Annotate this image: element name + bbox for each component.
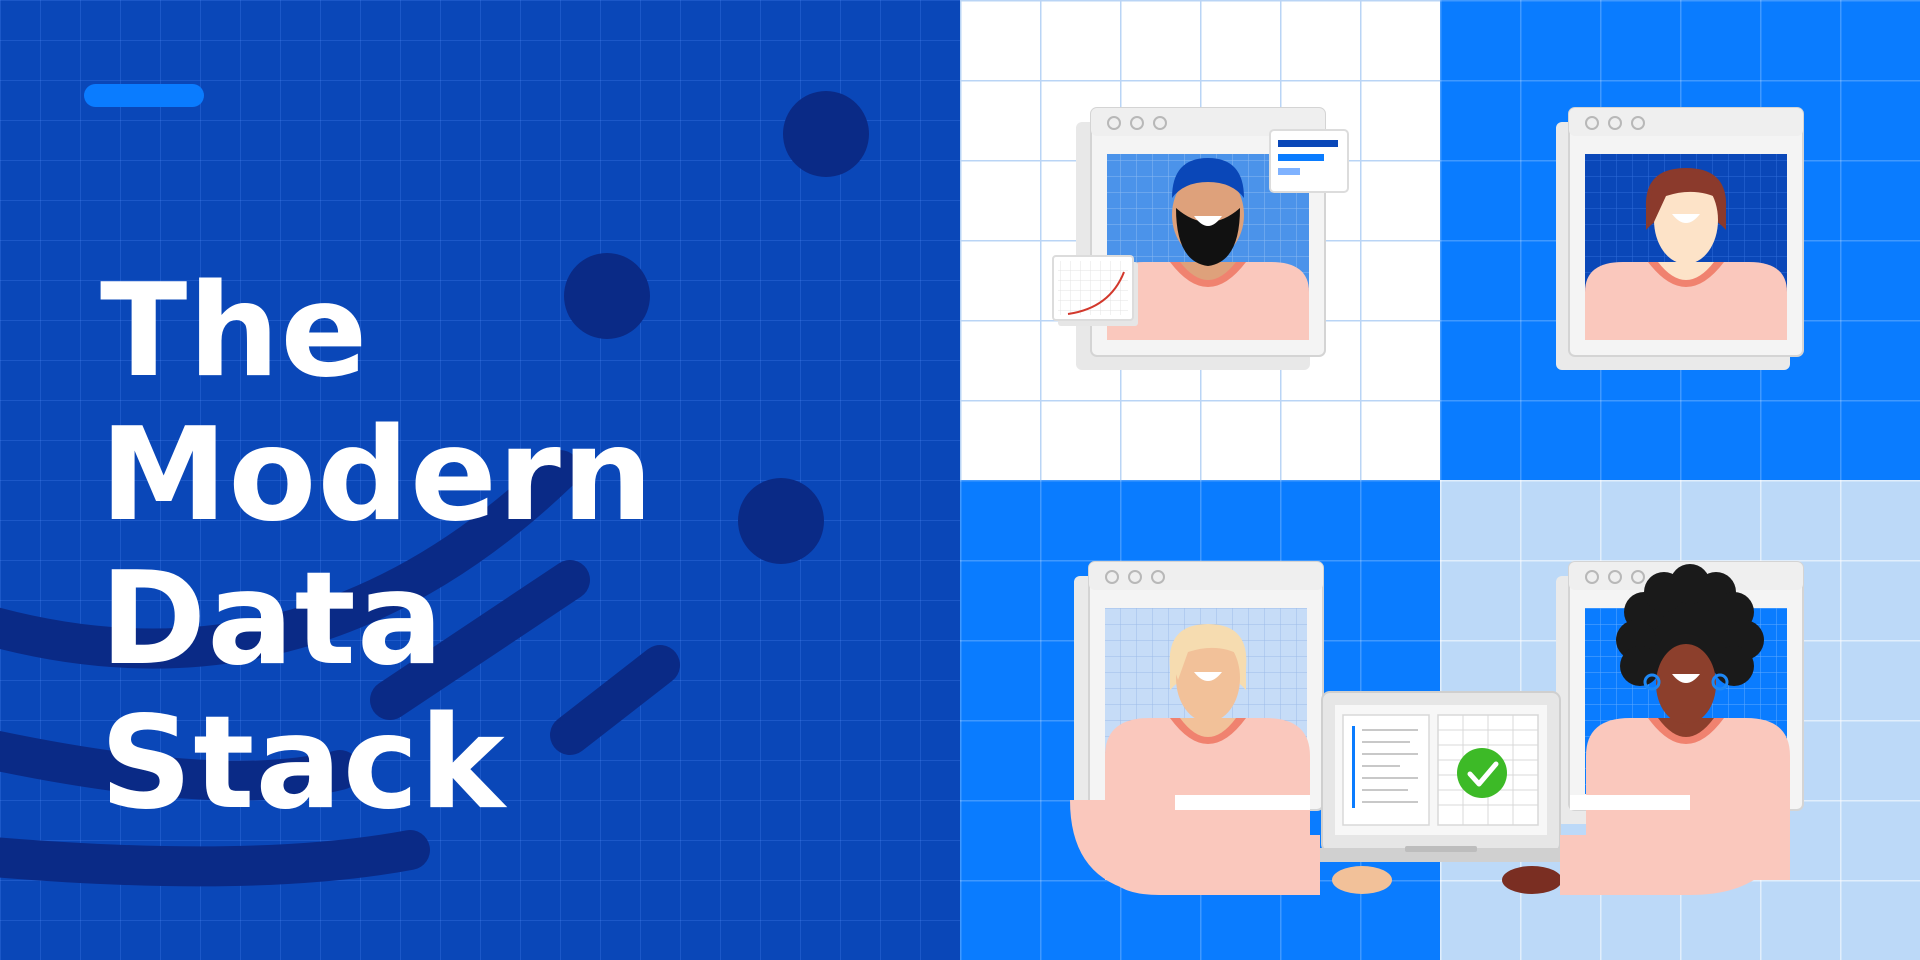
- arm-right: [1560, 835, 1590, 895]
- title-line: Stack: [100, 689, 506, 838]
- bar-list-card: [1269, 129, 1349, 193]
- checkmark-icon: [1457, 748, 1507, 798]
- video-window-2: [1556, 107, 1804, 370]
- title-line: Modern: [100, 401, 654, 550]
- title-line: Data: [100, 545, 445, 694]
- arm-left: [1290, 835, 1320, 895]
- document-icon: [1342, 714, 1430, 826]
- line-chart-card: [1052, 255, 1138, 326]
- people-illustrations: [1052, 107, 1804, 895]
- accent-pill: [84, 84, 204, 107]
- deco-circle: [783, 91, 869, 177]
- laptop: [1304, 691, 1578, 862]
- title-line: The: [100, 257, 369, 406]
- hero-banner: The Modern Data Stack: [0, 0, 1920, 960]
- deco-circle: [738, 478, 824, 564]
- deco-circle: [564, 253, 650, 339]
- video-window-1: [1052, 107, 1349, 370]
- title-panel: The Modern Data Stack: [0, 0, 960, 960]
